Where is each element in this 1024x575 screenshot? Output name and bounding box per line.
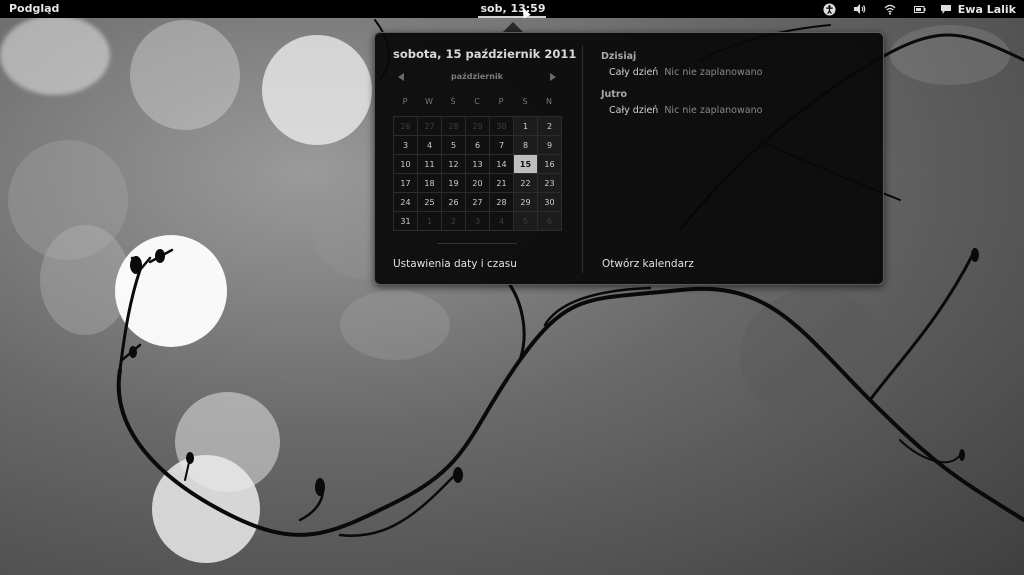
calendar-day[interactable]: 26	[394, 117, 418, 136]
calendar-day[interactable]: 27	[418, 117, 442, 136]
calendar-day[interactable]: 11	[418, 155, 442, 174]
calendar-day-selected[interactable]: 15	[514, 155, 538, 174]
top-panel: Podgląd sob, 13:59 Ewa Lalik	[0, 0, 1024, 18]
month-label: październik	[450, 72, 504, 81]
month-navigation: październik	[393, 72, 561, 87]
calendar-day[interactable]: 17	[394, 174, 418, 193]
calendar-day[interactable]: 16	[538, 155, 562, 174]
calendar-popup: sobota, 15 październik 2011 październik …	[374, 32, 884, 285]
weekday-header: S	[522, 97, 528, 106]
calendar-day[interactable]: 18	[418, 174, 442, 193]
calendar-separator	[437, 243, 517, 244]
event-time: Cały dzień	[609, 67, 659, 78]
weekday-header: C	[474, 97, 480, 106]
date-title: sobota, 15 październik 2011	[393, 47, 577, 61]
calendar-day[interactable]: 30	[490, 117, 514, 136]
calendar-day[interactable]: 28	[490, 193, 514, 212]
event-description: Nic nie zaplanowano	[664, 105, 763, 116]
clock-active-indicator	[478, 16, 546, 18]
calendar-day[interactable]: 6	[466, 136, 490, 155]
calendar-day[interactable]: 20	[466, 174, 490, 193]
date-time-settings-button[interactable]: Ustawienia daty i czasu	[393, 258, 517, 270]
user-menu-button[interactable]: Ewa Lalik	[958, 3, 1016, 16]
calendar-day[interactable]: 3	[466, 212, 490, 231]
next-month-icon[interactable]	[550, 73, 556, 81]
accessibility-icon[interactable]	[822, 1, 838, 17]
activities-button[interactable]: Podgląd	[9, 2, 59, 15]
calendar-day[interactable]: 27	[466, 193, 490, 212]
events-today: Dzisiaj Cały dzień Nic nie zaplanowano	[601, 51, 871, 78]
calendar-day[interactable]: 5	[442, 136, 466, 155]
calendar-day[interactable]: 14	[490, 155, 514, 174]
calendar-day[interactable]: 23	[538, 174, 562, 193]
chat-icon[interactable]	[940, 1, 952, 17]
calendar-day[interactable]: 10	[394, 155, 418, 174]
events-tomorrow: Jutro Cały dzień Nic nie zaplanowano	[601, 89, 871, 116]
weekday-header: P	[498, 97, 504, 106]
volume-icon[interactable]	[852, 1, 868, 17]
calendar-day[interactable]: 19	[442, 174, 466, 193]
battery-icon[interactable]	[912, 1, 928, 17]
calendar-day[interactable]: 12	[442, 155, 466, 174]
calendar-grid: 26 27 28 29 30 1 2 3 4 5 6 7 8 9 10 11 12 13 14 15 16 17 18 19 2…	[393, 116, 562, 231]
calendar-day[interactable]: 2	[538, 117, 562, 136]
event-row: Cały dzień Nic nie zaplanowano	[601, 105, 871, 116]
calendar-day[interactable]: 26	[442, 193, 466, 212]
calendar-day[interactable]: 9	[538, 136, 562, 155]
event-day-label: Dzisiaj	[601, 51, 637, 62]
calendar-day[interactable]: 31	[394, 212, 418, 231]
calendar-day[interactable]: 29	[514, 193, 538, 212]
calendar-day[interactable]: 6	[538, 212, 562, 231]
weekday-header: N	[546, 97, 552, 106]
calendar-day[interactable]: 4	[490, 212, 514, 231]
clock-button[interactable]: sob, 13:59	[478, 2, 548, 15]
calendar-day[interactable]: 1	[514, 117, 538, 136]
open-calendar-button[interactable]: Otwórz kalendarz	[602, 258, 694, 270]
calendar-day[interactable]: 7	[490, 136, 514, 155]
calendar-day[interactable]: 21	[490, 174, 514, 193]
calendar-day[interactable]: 3	[394, 136, 418, 155]
calendar-day[interactable]: 29	[466, 117, 490, 136]
calendar-day[interactable]: 13	[466, 155, 490, 174]
weekday-header: W	[425, 97, 433, 106]
weekday-header: P	[402, 97, 408, 106]
calendar-day[interactable]: 28	[442, 117, 466, 136]
calendar-day[interactable]: 22	[514, 174, 538, 193]
calendar-day[interactable]: 8	[514, 136, 538, 155]
event-row: Cały dzień Nic nie zaplanowano	[601, 67, 871, 78]
event-description: Nic nie zaplanowano	[664, 67, 763, 78]
calendar-day[interactable]: 2	[442, 212, 466, 231]
weekday-header: Ś	[450, 97, 456, 106]
wifi-icon[interactable]	[882, 1, 898, 17]
calendar-day[interactable]: 4	[418, 136, 442, 155]
status-area: Ewa Lalik	[808, 1, 1016, 17]
events-list: Dzisiaj Cały dzień Nic nie zaplanowano J…	[601, 51, 871, 127]
event-time: Cały dzień	[609, 105, 659, 116]
calendar-day[interactable]: 25	[418, 193, 442, 212]
weekday-headers: P W Ś C P S N	[393, 97, 561, 106]
calendar-day[interactable]: 24	[394, 193, 418, 212]
calendar-day[interactable]: 5	[514, 212, 538, 231]
event-day-label: Jutro	[601, 89, 628, 100]
popup-divider	[582, 45, 583, 273]
calendar-day[interactable]: 1	[418, 212, 442, 231]
calendar-day[interactable]: 30	[538, 193, 562, 212]
